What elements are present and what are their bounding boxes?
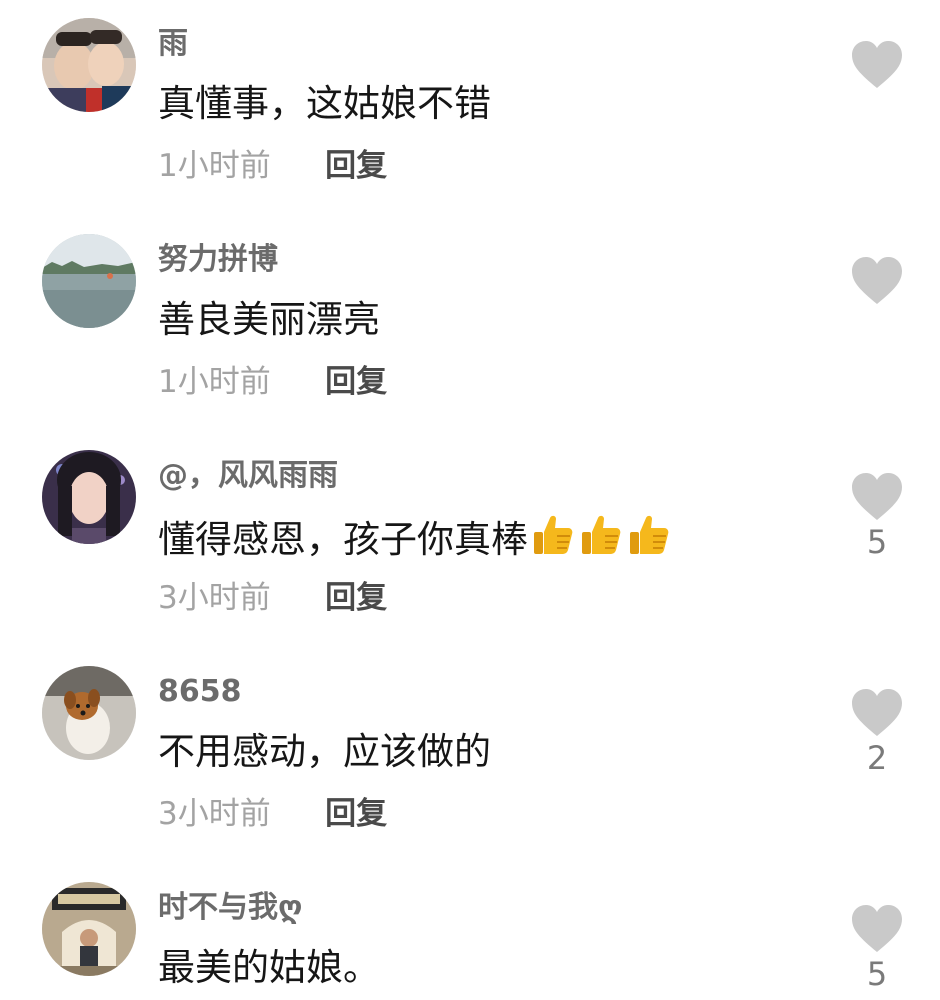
- heart-icon: [852, 257, 902, 304]
- like-count: 5: [866, 955, 888, 993]
- like-count: 5: [866, 523, 888, 561]
- avatar-image: [42, 18, 136, 112]
- thumbs-up-icon: [534, 515, 573, 554]
- heart-icon: [852, 905, 902, 952]
- comment-text: 懂得感恩，孩子你真棒: [158, 512, 674, 570]
- reply-button[interactable]: 回复: [325, 360, 387, 404]
- heart-icon: [852, 41, 902, 88]
- comment-text: 最美的姑娘。: [158, 946, 380, 989]
- reply-button[interactable]: 回复: [325, 792, 387, 836]
- like-button[interactable]: [850, 904, 904, 954]
- username[interactable]: 努力拼博: [158, 240, 278, 280]
- username[interactable]: @，风风雨雨: [158, 456, 338, 496]
- comment-text-body: 懂得感恩，孩子你真棒: [158, 518, 528, 561]
- comment-time: 3小时前: [158, 796, 271, 832]
- comment-item: 时不与我ღ 最美的姑娘。 5: [0, 864, 940, 1000]
- avatar[interactable]: [42, 234, 136, 328]
- avatar[interactable]: [42, 882, 136, 976]
- thumbs-up-icon: [630, 515, 669, 554]
- username[interactable]: 时不与我ღ: [158, 888, 302, 928]
- comment-item: @，风风雨雨 懂得感恩，孩子你真棒 3小时前 回复 5: [0, 432, 940, 648]
- reply-button[interactable]: 回复: [325, 576, 387, 620]
- comment-time: 3小时前: [158, 580, 271, 616]
- comment-meta: 1小时前 回复: [158, 144, 387, 188]
- username[interactable]: 雨: [158, 24, 188, 64]
- like-count: 2: [866, 739, 888, 777]
- like-button[interactable]: [850, 472, 904, 522]
- comment-item: 雨 真懂事，这姑娘不错 1小时前 回复: [0, 0, 940, 216]
- comment-text: 不用感动，应该做的: [158, 730, 491, 773]
- avatar-image: [42, 450, 136, 544]
- emoji-row: [530, 512, 674, 570]
- thumbs-up-icon: [582, 515, 621, 554]
- comment-item: 努力拼博 善良美丽漂亮 1小时前 回复: [0, 216, 940, 432]
- comment-time: 1小时前: [158, 364, 271, 400]
- like-button[interactable]: [850, 256, 904, 306]
- comment-item: 8658 不用感动，应该做的 3小时前 回复 2: [0, 648, 940, 864]
- comment-meta: 3小时前 回复: [158, 576, 387, 620]
- like-button[interactable]: [850, 40, 904, 90]
- username[interactable]: 8658: [158, 672, 242, 712]
- heart-icon: [852, 689, 902, 736]
- avatar[interactable]: [42, 450, 136, 544]
- comment-text: 善良美丽漂亮: [158, 298, 380, 341]
- heart-icon: [852, 473, 902, 520]
- avatar-image: [42, 234, 136, 328]
- avatar-image: [42, 882, 136, 976]
- comment-list: 雨 真懂事，这姑娘不错 1小时前 回复 努力拼博 善良美丽漂亮 1小时前 回复 …: [0, 0, 940, 1000]
- avatar[interactable]: [42, 18, 136, 112]
- comment-meta: 3小时前 回复: [158, 792, 387, 836]
- reply-button[interactable]: 回复: [325, 144, 387, 188]
- like-button[interactable]: [850, 688, 904, 738]
- avatar-image: [42, 666, 136, 760]
- comment-meta: 1小时前 回复: [158, 360, 387, 404]
- avatar[interactable]: [42, 666, 136, 760]
- comment-text: 真懂事，这姑娘不错: [158, 82, 491, 125]
- comment-time: 1小时前: [158, 148, 271, 184]
